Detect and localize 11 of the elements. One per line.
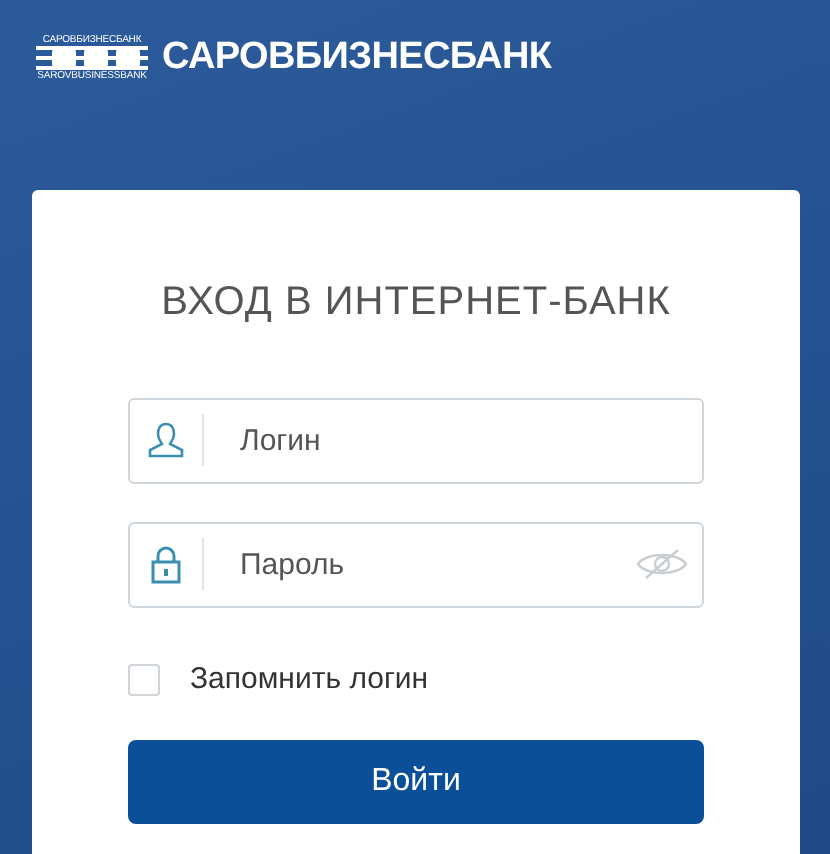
login-title: ВХОД В ИНТЕРНЕТ-БАНК <box>159 280 673 326</box>
user-icon <box>148 420 184 460</box>
lock-icon <box>150 544 182 584</box>
bank-name: САРОВБИЗНЕСБАНК <box>162 36 552 80</box>
bank-logo-icon <box>36 46 148 70</box>
remember-label[interactable]: Запомнить логин <box>190 662 429 696</box>
login-button[interactable]: Войти <box>128 740 704 824</box>
login-field[interactable]: Логин <box>128 398 704 484</box>
remember-checkbox[interactable] <box>128 663 160 695</box>
password-field[interactable]: Пароль <box>128 522 704 608</box>
hidden-eye-icon[interactable] <box>636 548 688 580</box>
